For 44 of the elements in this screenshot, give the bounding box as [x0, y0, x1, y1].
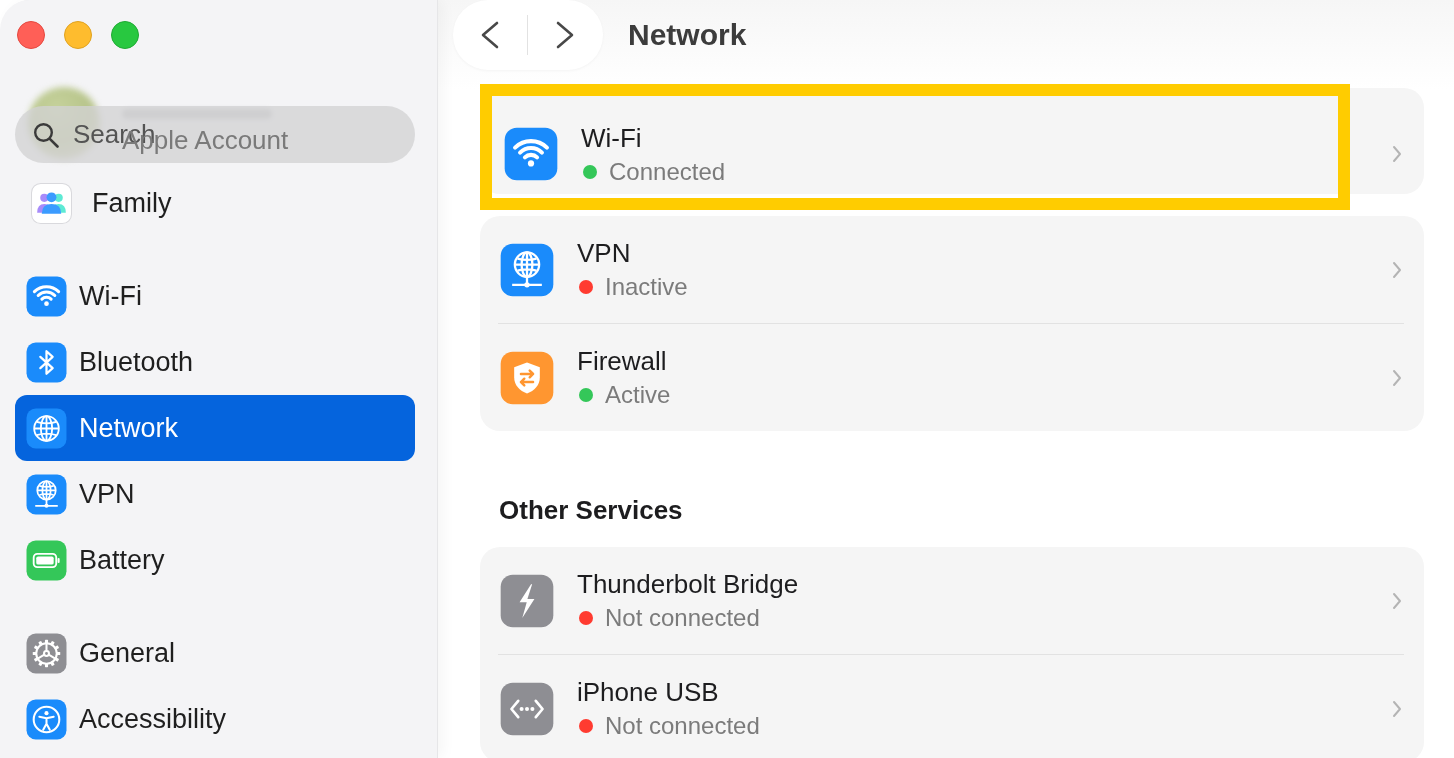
bluetooth-icon: [26, 341, 67, 383]
wifi-icon: [504, 127, 558, 181]
sidebar-item[interactable]: Network: [15, 395, 415, 461]
battery-icon: [26, 539, 67, 581]
status-text: Not connected: [605, 712, 760, 740]
people-icon: [31, 182, 72, 224]
gear-icon: [26, 632, 67, 674]
sidebar-item[interactable]: Wi-Fi: [15, 263, 415, 329]
shield-icon: [500, 350, 554, 405]
status-text: Connected: [609, 157, 726, 186]
accessibility-icon: [26, 698, 67, 740]
service-name: Thunderbolt Bridge: [577, 569, 799, 599]
service-name: Wi-Fi: [581, 122, 642, 153]
page-title: Network: [628, 17, 747, 53]
status-text: Active: [605, 381, 671, 409]
search-icon: [33, 122, 59, 148]
globe-icon: [26, 407, 67, 449]
chevron-right-icon: [1392, 260, 1402, 279]
network-globe-icon: [26, 473, 67, 515]
section-heading: Other Services: [499, 495, 683, 525]
lightning-bolt-icon: [500, 573, 554, 628]
sidebar-item[interactable]: Family: [15, 170, 415, 236]
minimize-button[interactable]: [64, 21, 92, 49]
chevron-right-icon: [1392, 699, 1402, 718]
wifi-icon: [26, 275, 67, 317]
service-name: VPN: [577, 238, 631, 268]
sidebar-item[interactable]: Bluetooth: [15, 329, 415, 395]
chevron-right-icon: [1392, 368, 1402, 387]
chevron-right-icon: [1392, 145, 1402, 163]
chevron-left-icon: [481, 21, 499, 49]
close-button[interactable]: [17, 21, 45, 49]
network-globe-icon: [500, 242, 554, 297]
dots-brackets-icon: [500, 681, 554, 736]
chevron-right-icon: [556, 21, 574, 49]
sidebar-item[interactable]: Battery: [15, 527, 415, 593]
status-text: Inactive: [605, 273, 688, 301]
sidebar-item[interactable]: Accessibility: [15, 686, 415, 752]
zoom-button[interactable]: [111, 21, 139, 49]
status-text: Not connected: [605, 604, 760, 632]
service-name: iPhone USB: [577, 677, 719, 707]
service-name: Firewall: [577, 346, 667, 376]
chevron-right-icon: [1392, 591, 1402, 610]
sidebar-item[interactable]: VPN: [15, 461, 415, 527]
sidebar-item[interactable]: General: [15, 620, 415, 686]
